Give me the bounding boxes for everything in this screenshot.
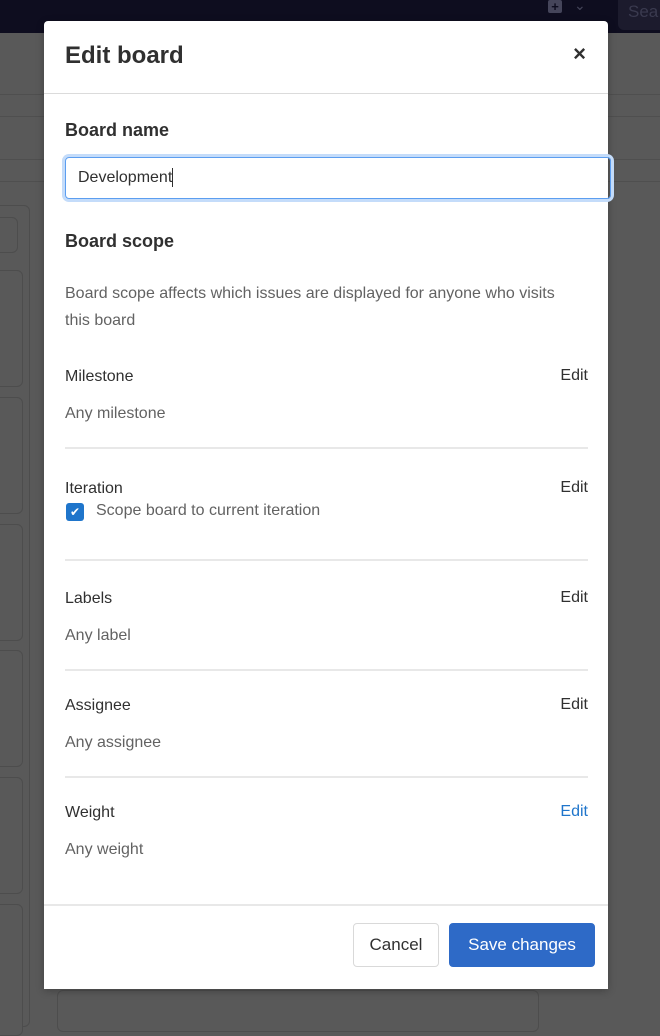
iteration-edit-button[interactable]: Edit [560, 479, 588, 497]
board-name-input[interactable]: Development [65, 157, 611, 199]
milestone-label: Milestone [65, 368, 134, 385]
background-card [57, 990, 539, 1032]
background-card [0, 397, 23, 514]
background-card [0, 904, 23, 1036]
weight-edit-button[interactable]: Edit [560, 803, 588, 821]
background-card [0, 524, 23, 641]
divider [65, 669, 588, 671]
close-icon[interactable]: × [573, 41, 586, 67]
milestone-value: Any milestone [65, 405, 166, 422]
background-card [0, 217, 18, 253]
board-name-label: Board name [65, 120, 170, 140]
labels-edit-button[interactable]: Edit [560, 589, 588, 607]
background-card [0, 650, 23, 767]
checkmark-icon: ✔ [69, 505, 81, 519]
background-card [0, 270, 23, 387]
cancel-button[interactable]: Cancel [353, 923, 439, 967]
modal-footer: Cancel Save changes [44, 904, 608, 991]
labels-value: Any label [65, 627, 131, 644]
iteration-label: Iteration [65, 480, 123, 497]
background-card [0, 777, 23, 894]
assignee-label: Assignee [65, 697, 131, 714]
board-scope-title: Board scope [65, 231, 175, 251]
save-changes-button[interactable]: Save changes [449, 923, 595, 967]
chevron-down-icon[interactable]: ⌄ [574, 0, 586, 14]
edit-board-modal: Edit board × Board name Development Boar… [44, 21, 611, 991]
weight-value: Any weight [65, 841, 144, 858]
weight-label: Weight [65, 804, 115, 821]
divider [65, 447, 588, 449]
scope-current-iteration-checkbox[interactable]: ✔ [66, 503, 84, 521]
modal-title: Edit board [65, 42, 184, 69]
board-name-value: Development [78, 169, 173, 186]
modal-header: Edit board × [44, 21, 608, 94]
board-scope-description: Board scope affects which issues are dis… [65, 285, 555, 329]
text-caret [172, 168, 174, 188]
divider [65, 559, 588, 561]
assignee-edit-button[interactable]: Edit [560, 696, 588, 714]
assignee-value: Any assignee [65, 734, 162, 751]
scope-current-iteration-label[interactable]: Scope board to current iteration [96, 502, 320, 520]
new-item-icon[interactable]: + [548, 0, 562, 13]
divider [65, 776, 588, 778]
search-input[interactable]: Sea [618, 0, 660, 30]
milestone-edit-button[interactable]: Edit [560, 367, 588, 385]
labels-label: Labels [65, 590, 113, 607]
